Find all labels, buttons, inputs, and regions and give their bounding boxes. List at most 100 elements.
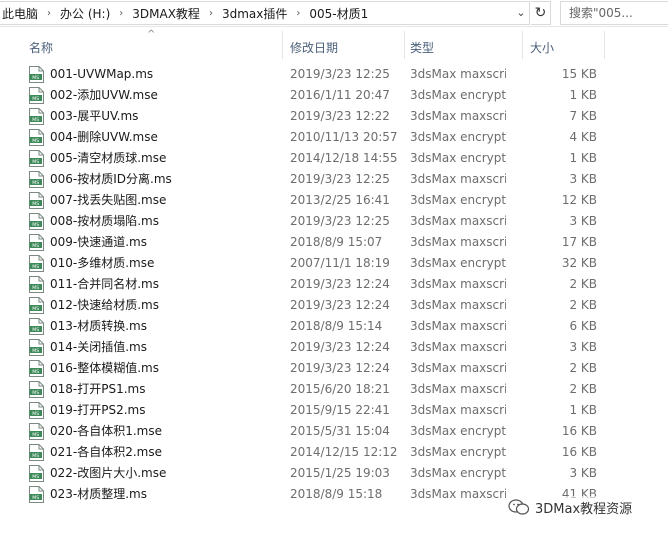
file-row[interactable]: MS 006-按材质ID分离.ms 2019/3/23 12:25 3dsMax ma…	[0, 169, 668, 190]
ms-file-icon[interactable]: MS	[29, 318, 44, 335]
svg-text:MS: MS	[32, 117, 39, 123]
breadcrumb-current-folder[interactable]: 005-材质1	[307, 5, 370, 22]
mse-file-icon[interactable]: MS	[29, 150, 44, 167]
breadcrumb-drive-h[interactable]: 办公 (H:)	[58, 5, 112, 22]
mse-file-icon[interactable]: MS	[29, 444, 44, 461]
svg-text:MS: MS	[32, 474, 39, 480]
file-modified-date: 2015/1/25 19:03	[290, 466, 390, 480]
file-modified-date: 2010/11/13 20:57	[290, 130, 398, 144]
chevron-right-icon[interactable]: ›	[202, 8, 220, 19]
file-row[interactable]: MS 018-打开PS1.ms 2015/6/20 18:21 3dsMax maxs…	[0, 379, 668, 400]
file-name: 001-UVWMap.ms	[50, 67, 154, 81]
breadcrumb[interactable]: 此电脑 › 办公 (H:) › 3DMAX教程 › 3dmax插件 › 005-…	[0, 1, 530, 25]
file-modified-date: 2019/3/23 12:22	[290, 109, 390, 123]
column-header: ^ 名称 修改日期 类型 大小	[0, 27, 668, 63]
chevron-right-icon[interactable]: ›	[40, 8, 58, 19]
chevron-right-icon[interactable]: ›	[289, 8, 307, 19]
file-name: 002-添加UVW.mse	[50, 88, 158, 102]
column-header-size[interactable]: 大小	[530, 39, 554, 56]
refresh-icon[interactable]: ↻	[531, 1, 551, 25]
file-size: 3 KB	[569, 340, 597, 354]
ms-file-icon[interactable]: MS	[29, 297, 44, 314]
chevron-right-icon[interactable]: ›	[112, 8, 130, 19]
svg-text:MS: MS	[32, 495, 39, 501]
file-modified-date: 2015/6/20 18:21	[290, 382, 390, 396]
file-row[interactable]: MS 010-多维材质.mse 2007/11/1 18:19 3dsMax encr…	[0, 253, 668, 274]
file-row[interactable]: MS 003-展平UV.ms 2019/3/23 12:22 3dsMax maxsc…	[0, 106, 668, 127]
file-size: 1 KB	[569, 151, 597, 165]
svg-text:MS: MS	[32, 369, 39, 375]
ms-file-icon[interactable]: MS	[29, 276, 44, 293]
column-header-type[interactable]: 类型	[410, 39, 434, 56]
column-header-date[interactable]: 修改日期	[290, 39, 338, 56]
column-divider[interactable]	[604, 31, 605, 59]
column-divider[interactable]	[522, 31, 523, 59]
file-size: 16 KB	[561, 445, 597, 459]
file-explorer-window: 此电脑 › 办公 (H:) › 3DMAX教程 › 3dmax插件 › 005-…	[0, 0, 668, 536]
file-modified-date: 2019/3/23 12:25	[290, 67, 390, 81]
file-name: 010-多维材质.mse	[50, 256, 155, 270]
wechat-icon	[508, 499, 530, 515]
mse-file-icon[interactable]: MS	[29, 129, 44, 146]
ms-file-icon[interactable]: MS	[29, 381, 44, 398]
search-input[interactable]: 搜索"005...	[560, 1, 668, 25]
file-modified-date: 2014/12/15 12:12	[290, 445, 398, 459]
file-row[interactable]: MS 012-快速给材质.ms 2019/3/23 12:24 3dsMax maxs…	[0, 295, 668, 316]
ms-file-icon[interactable]: MS	[29, 360, 44, 377]
mse-file-icon[interactable]: MS	[29, 87, 44, 104]
ms-file-icon[interactable]: MS	[29, 486, 44, 503]
file-row[interactable]: MS 002-添加UVW.mse 2016/1/11 20:47 3dsMax enc…	[0, 85, 668, 106]
file-name: 012-快速给材质.ms	[50, 298, 159, 312]
file-row[interactable]: MS 014-关闭插值.ms 2019/3/23 12:24 3dsMax maxsc…	[0, 337, 668, 358]
ms-file-icon[interactable]: MS	[29, 402, 44, 419]
ms-file-icon[interactable]: MS	[29, 234, 44, 251]
column-divider[interactable]	[404, 31, 405, 59]
file-type: 3dsMax encrypt...	[410, 88, 506, 102]
file-modified-date: 2019/3/23 12:25	[290, 172, 390, 186]
watermark: 3DMax教程资源	[508, 496, 637, 518]
file-row[interactable]: MS 008-按材质塌陷.ms 2019/3/23 12:25 3dsMax maxs…	[0, 211, 668, 232]
breadcrumb-this-pc[interactable]: 此电脑	[0, 5, 40, 22]
file-name: 018-打开PS1.ms	[50, 382, 146, 396]
file-row[interactable]: MS 007-找丢失贴图.mse 2013/2/25 16:41 3dsMax enc…	[0, 190, 668, 211]
chevron-down-icon[interactable]: ⌄	[513, 4, 529, 22]
file-size: 2 KB	[569, 382, 597, 396]
ms-file-icon[interactable]: MS	[29, 108, 44, 125]
file-row[interactable]: MS 022-改图片大小.mse 2015/1/25 19:03 3dsMax enc…	[0, 463, 668, 484]
file-modified-date: 2016/1/11 20:47	[290, 88, 390, 102]
file-type: 3dsMax maxscri...	[410, 109, 506, 123]
file-row[interactable]: MS 013-材质转换.ms 2018/8/9 15:14 3dsMax maxscr…	[0, 316, 668, 337]
file-row[interactable]: MS 011-合并同名材.ms 2019/3/23 12:24 3dsMax maxs…	[0, 274, 668, 295]
svg-text:MS: MS	[32, 243, 39, 249]
column-header-name[interactable]: 名称	[29, 39, 53, 56]
address-bar: 此电脑 › 办公 (H:) › 3DMAX教程 › 3dmax插件 › 005-…	[0, 0, 668, 27]
file-row[interactable]: MS 009-快速通道.ms 2018/8/9 15:07 3dsMax maxscr…	[0, 232, 668, 253]
file-name: 014-关闭插值.ms	[50, 340, 147, 354]
file-row[interactable]: MS 020-各自体积1.mse 2015/5/31 15:04 3dsMax enc…	[0, 421, 668, 442]
file-name: 003-展平UV.ms	[50, 109, 139, 123]
file-row[interactable]: MS 019-打开PS2.ms 2015/9/15 22:41 3dsMax maxs…	[0, 400, 668, 421]
mse-file-icon[interactable]: MS	[29, 465, 44, 482]
mse-file-icon[interactable]: MS	[29, 192, 44, 209]
file-modified-date: 2015/9/15 22:41	[290, 403, 390, 417]
file-type: 3dsMax encrypt...	[410, 193, 506, 207]
file-row[interactable]: MS 004-删除UVW.mse 2010/11/13 20:57 3dsMax en…	[0, 127, 668, 148]
ms-file-icon[interactable]: MS	[29, 213, 44, 230]
ms-file-icon[interactable]: MS	[29, 66, 44, 83]
file-name: 020-各自体积1.mse	[50, 424, 163, 438]
file-row[interactable]: MS 021-各自体积2.mse 2014/12/15 12:12 3dsMax en…	[0, 442, 668, 463]
file-type: 3dsMax maxscri...	[410, 172, 506, 186]
file-size: 16 KB	[561, 424, 597, 438]
file-row[interactable]: MS 001-UVWMap.ms 2019/3/23 12:25 3dsMax max…	[0, 64, 668, 85]
file-row[interactable]: MS 005-清空材质球.mse 2014/12/18 14:55 3dsMax en…	[0, 148, 668, 169]
mse-file-icon[interactable]: MS	[29, 423, 44, 440]
breadcrumb-3dmax-tutorial[interactable]: 3DMAX教程	[130, 5, 202, 22]
breadcrumb-3dmax-plugins[interactable]: 3dmax插件	[220, 5, 289, 22]
ms-file-icon[interactable]: MS	[29, 339, 44, 356]
file-type: 3dsMax maxscri...	[410, 67, 506, 81]
mse-file-icon[interactable]: MS	[29, 255, 44, 272]
ms-file-icon[interactable]: MS	[29, 171, 44, 188]
column-divider[interactable]	[282, 31, 283, 59]
file-name: 011-合并同名材.ms	[50, 277, 159, 291]
file-row[interactable]: MS 016-整体模糊值.ms 2019/3/23 12:24 3dsMax maxs…	[0, 358, 668, 379]
